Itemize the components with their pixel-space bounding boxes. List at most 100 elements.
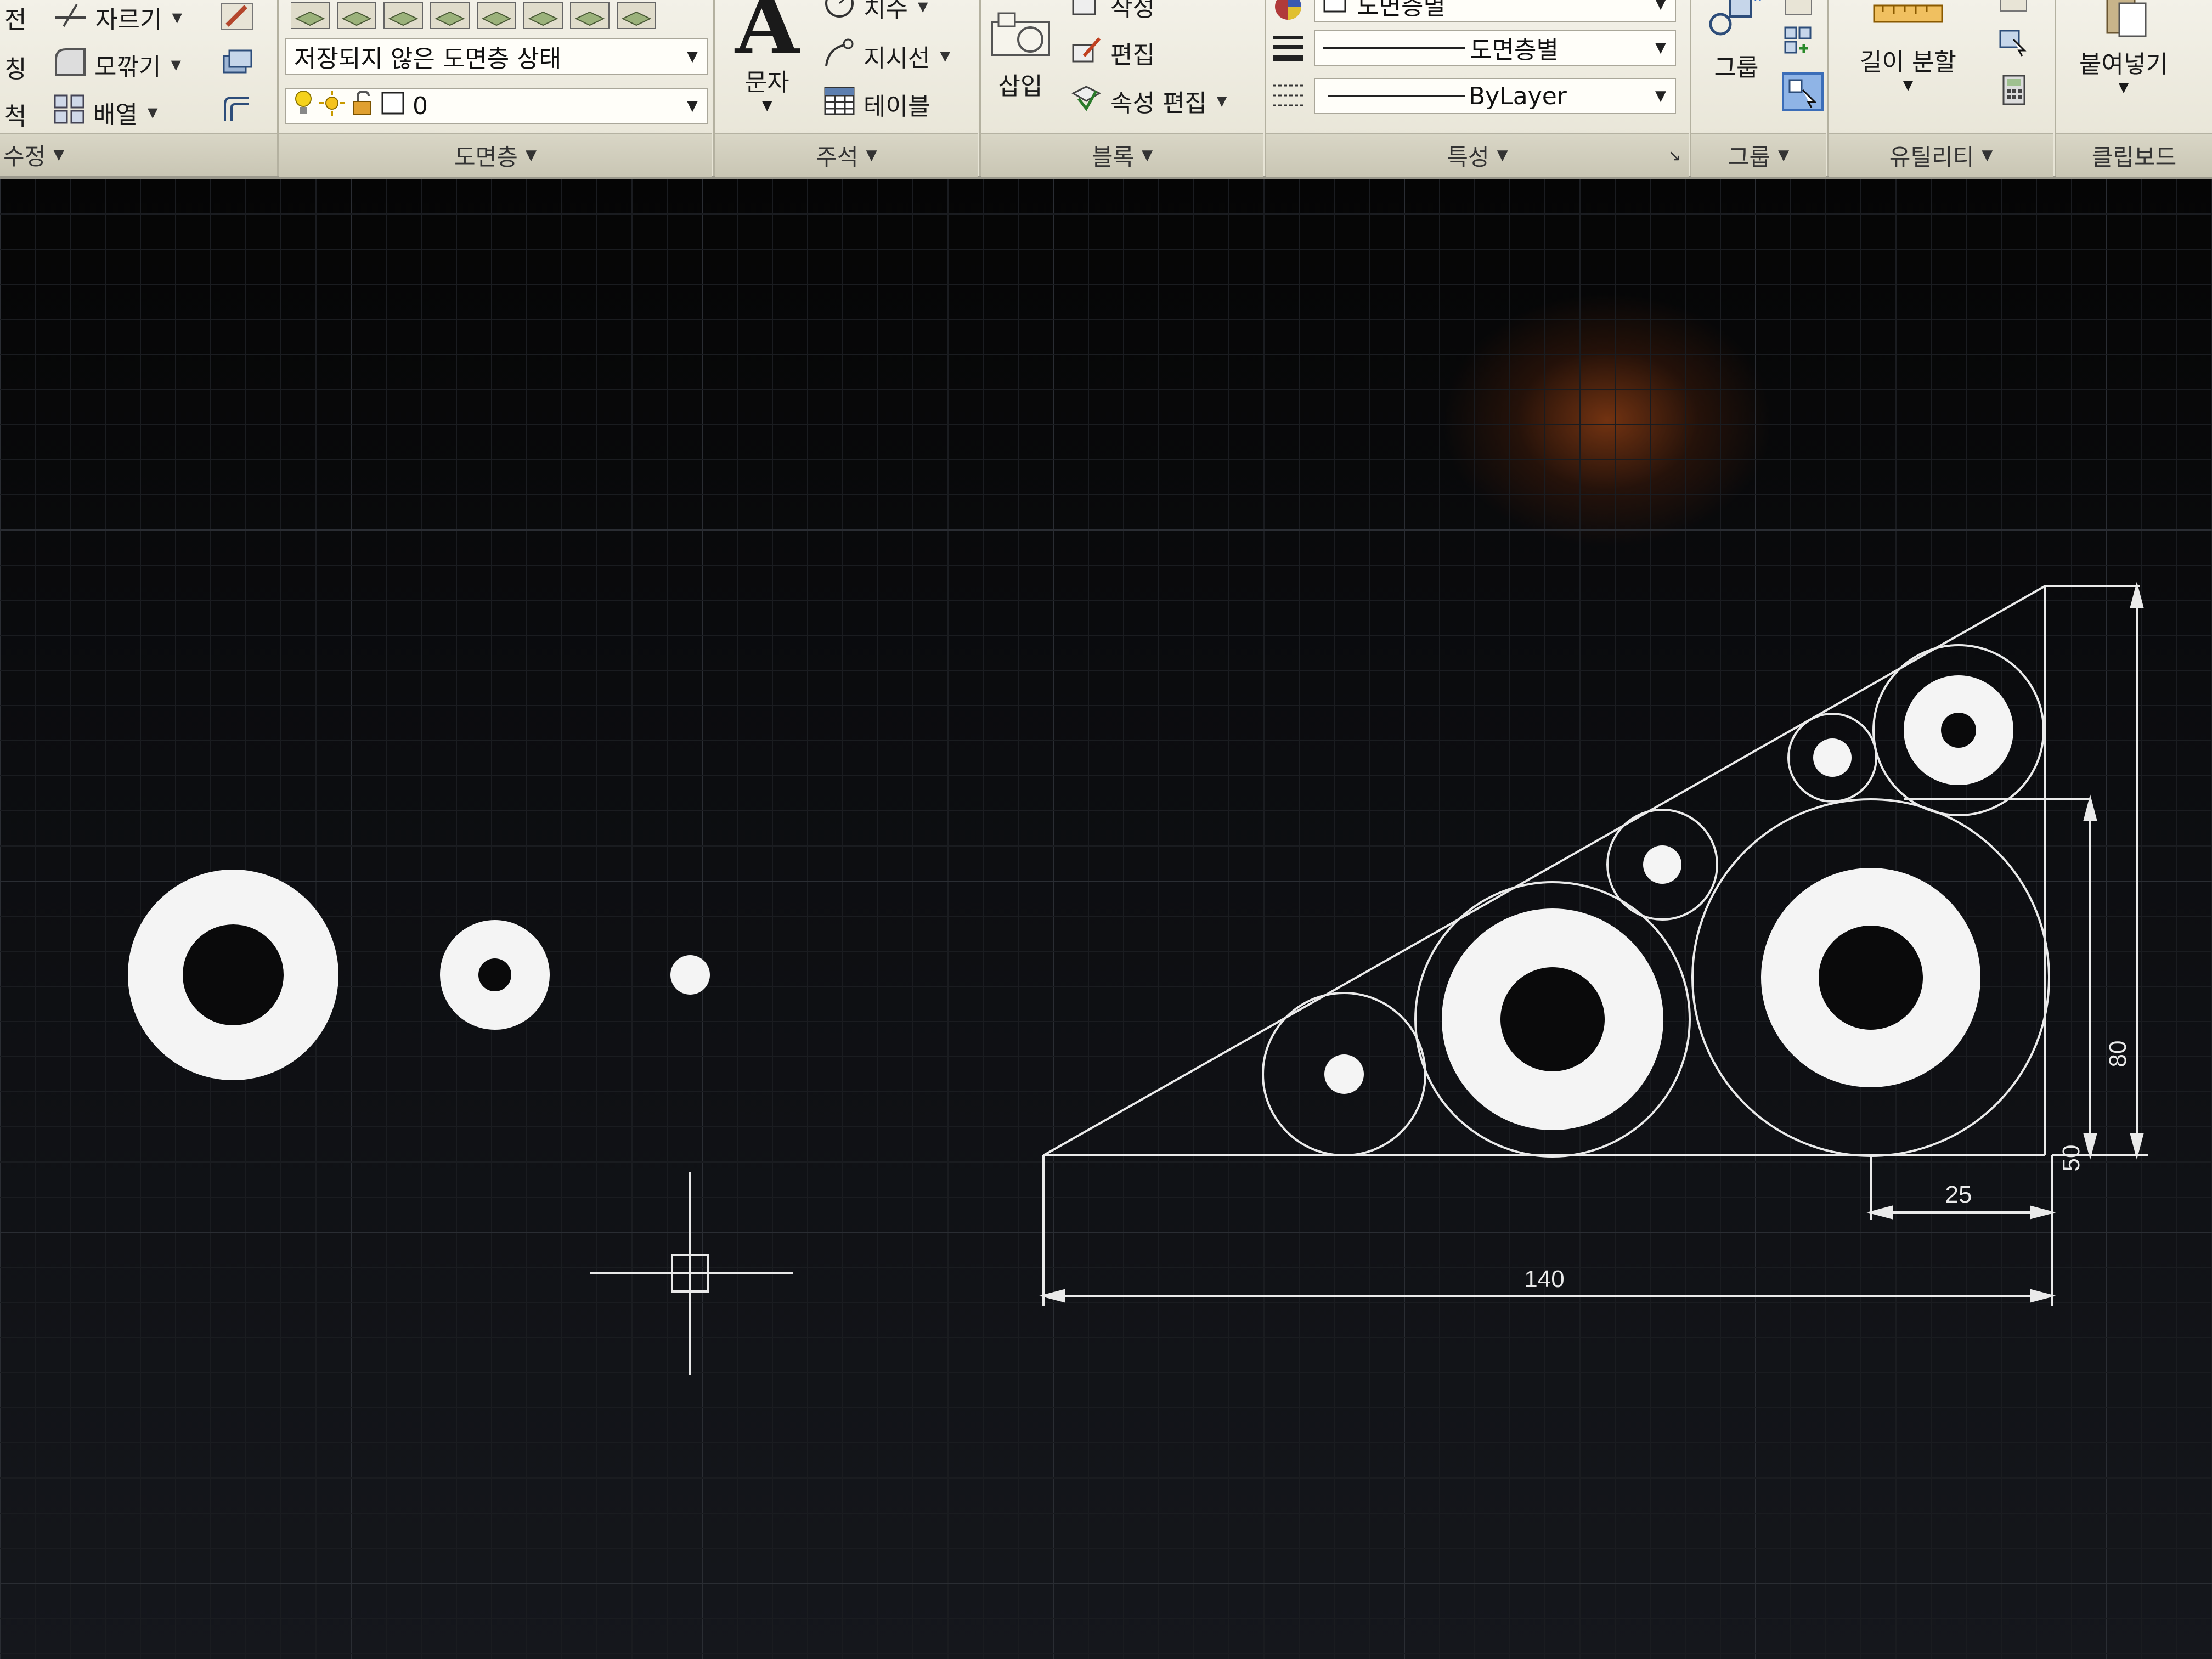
utility-tool-1-button[interactable] xyxy=(1997,0,2030,20)
chevron-down-icon: ▼ xyxy=(866,147,877,163)
drawing-canvas[interactable]: 140 25 50 80 xyxy=(0,179,2212,1659)
circle-outline-mid-left[interactable] xyxy=(1414,881,1691,1158)
block-panel-title-bar[interactable]: 블록 ▼ xyxy=(981,133,1263,177)
lightbulb-icon xyxy=(294,89,313,123)
circle-outline-large-right[interactable] xyxy=(1691,798,2050,1157)
groups-panel-title-bar[interactable]: 그룹 ▼ xyxy=(1691,133,1826,177)
dimension-50[interactable] xyxy=(2083,794,2097,1160)
circle-outline-small-top[interactable] xyxy=(1787,713,1877,803)
array-label: 배열 xyxy=(93,100,138,129)
utilities-panel-title: 유틸리티 xyxy=(1889,143,1974,171)
chevron-down-icon: ▼ xyxy=(1903,77,1914,93)
color-wheel-icon xyxy=(1273,0,1304,28)
chevron-down-icon[interactable]: ▼ xyxy=(172,10,182,25)
trim-button[interactable]: 자르기 ▼ xyxy=(53,0,182,35)
properties-panel-title-bar[interactable]: 특성 ▼ ↘ xyxy=(1266,133,1689,177)
dialog-launcher-icon[interactable]: ↘ xyxy=(1668,146,1681,165)
chevron-down-icon: ▼ xyxy=(1655,40,1666,56)
chevron-down-icon[interactable]: ▼ xyxy=(940,48,950,64)
fillet-button[interactable]: 모깎기 ▼ xyxy=(53,46,181,83)
linetype-dropdown[interactable]: ByLayer ▼ xyxy=(1314,78,1676,114)
donut-large[interactable] xyxy=(128,870,338,1080)
create-block-icon xyxy=(1070,0,1103,24)
chevron-down-icon: ▼ xyxy=(687,48,698,65)
clipboard-panel-title-bar[interactable]: 클립보드 xyxy=(2056,133,2212,177)
layers-copy-icon xyxy=(219,46,255,83)
ruler-icon xyxy=(1870,0,1946,44)
measure-button[interactable]: 길이 분할 ▼ xyxy=(1860,0,1956,93)
linetype-icon xyxy=(1272,80,1305,117)
modify-panel-title-bar[interactable]: 수정 ▼ xyxy=(0,133,277,176)
paste-label: 붙여넣기 xyxy=(2079,50,2168,78)
leader-label: 지시선 xyxy=(864,44,930,72)
chevron-down-icon: ▼ xyxy=(1655,0,1666,12)
group-selection-icon xyxy=(1782,72,1824,117)
chevron-down-icon[interactable]: ▼ xyxy=(171,57,180,72)
layers-panel-title-bar[interactable]: 도면층 ▼ xyxy=(279,133,712,177)
drawing-geometry[interactable]: 140 25 50 80 xyxy=(0,179,2212,1659)
current-layer-dropdown[interactable]: 0 ▼ xyxy=(285,88,708,124)
array-button[interactable]: 배열 ▼ xyxy=(53,93,157,131)
quick-select-button[interactable] xyxy=(1997,25,2030,64)
modify-row1-label: 전 xyxy=(4,6,27,34)
edit-attributes-button[interactable]: 속성 편집 ▼ xyxy=(1070,82,1227,119)
insert-label: 삽입 xyxy=(998,72,1043,100)
dimension-80[interactable] xyxy=(2045,582,2148,1160)
color-swatch-icon xyxy=(381,91,405,121)
group-selection-toggle[interactable] xyxy=(1782,72,1824,117)
paste-button[interactable]: 붙여넣기 ▼ xyxy=(2079,0,2168,95)
circle-outline-small-left[interactable] xyxy=(1262,992,1426,1156)
block-panel-title: 블록 xyxy=(1091,143,1135,171)
calculator-button[interactable] xyxy=(1997,74,2030,112)
modify-panel-title: 수정 xyxy=(3,143,46,170)
donut-small[interactable] xyxy=(670,955,710,995)
edit-block-label: 편집 xyxy=(1110,41,1155,69)
annotation-panel-title-bar[interactable]: 주석 ▼ xyxy=(715,133,978,177)
fillet-label: 모깎기 xyxy=(94,53,161,81)
modify-row3-label: 척 xyxy=(4,103,27,131)
offset-icon xyxy=(219,93,255,130)
circle-outline-top-right[interactable] xyxy=(1872,644,2045,816)
layers-panel-title: 도면층 xyxy=(454,143,518,171)
offset-tool-button[interactable] xyxy=(219,93,255,130)
color-dropdown[interactable] xyxy=(1273,0,1311,28)
insert-block-icon xyxy=(988,11,1053,66)
chevron-down-icon: ▼ xyxy=(1655,88,1666,104)
dimension-140-label: 140 xyxy=(1524,1266,1564,1293)
chevron-down-icon[interactable]: ▼ xyxy=(918,0,928,14)
chevron-down-icon[interactable]: ▼ xyxy=(148,105,157,120)
utilities-panel-title-bar[interactable]: 유틸리티 ▼ xyxy=(1829,133,2053,177)
color-swatch-icon xyxy=(1323,0,1347,19)
dimension-50-label: 50 xyxy=(2058,1145,2085,1172)
erase-tool-button[interactable] xyxy=(219,1,255,38)
chevron-down-icon: ▼ xyxy=(1142,147,1153,163)
circle-outline-small-mid[interactable] xyxy=(1606,809,1718,921)
group-tool-1-button[interactable] xyxy=(1782,0,1815,24)
create-block-button[interactable]: 작성 xyxy=(1070,0,1155,24)
text-button[interactable]: A 문자 ▼ xyxy=(735,0,799,113)
donut-medium[interactable] xyxy=(440,920,550,1030)
properties-panel-title: 특성 xyxy=(1447,143,1489,171)
sun-icon xyxy=(318,89,346,123)
group-label: 그룹 xyxy=(1714,54,1759,82)
chevron-down-icon[interactable]: ▼ xyxy=(1217,93,1227,109)
dimension-button[interactable]: 치수 ▼ xyxy=(823,0,928,26)
group-edit-button[interactable] xyxy=(1782,24,1815,63)
color-value: 도면층별 xyxy=(1357,0,1446,20)
copy-tool-button[interactable] xyxy=(219,46,255,83)
leader-button[interactable]: 지시선 ▼ xyxy=(823,37,950,74)
linetype-icon-wrap xyxy=(1272,80,1305,117)
group-button[interactable]: 그룹 xyxy=(1706,0,1767,83)
layer-state-dropdown[interactable]: 저장되지 않은 도면층 상태 ▼ xyxy=(285,38,708,75)
edit-block-button[interactable]: 편집 xyxy=(1070,34,1155,71)
pencil-icon xyxy=(219,1,255,38)
leader-icon xyxy=(823,37,856,74)
lineweight-dropdown[interactable]: 도면층별 ▼ xyxy=(1314,30,1676,66)
insert-button[interactable]: 삽입 xyxy=(988,11,1053,101)
trim-label: 자르기 xyxy=(95,6,162,34)
color-combo[interactable]: 도면층별 ▼ xyxy=(1314,0,1676,22)
crosshair-cursor xyxy=(590,1172,793,1375)
table-button[interactable]: 테이블 xyxy=(823,86,930,122)
linetype-line xyxy=(1328,95,1465,97)
layer-tool-icons[interactable] xyxy=(291,0,708,31)
